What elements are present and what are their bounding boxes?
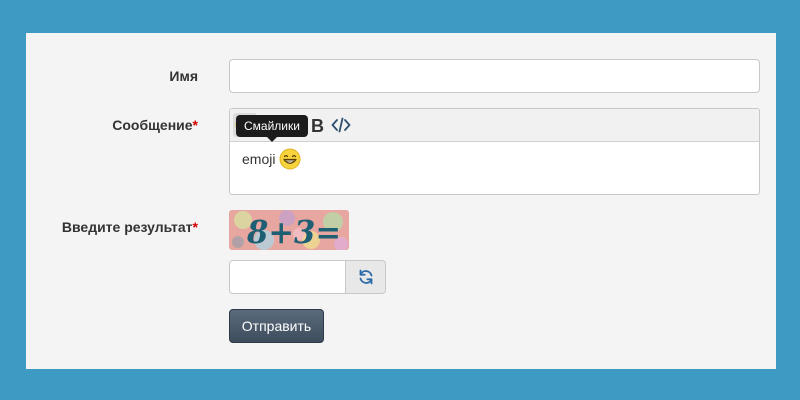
name-input[interactable] (229, 59, 760, 93)
submit-button[interactable]: Отправить (229, 309, 324, 343)
bold-button[interactable]: B (305, 113, 329, 137)
refresh-icon (359, 269, 372, 285)
editor-toolbar: B (230, 109, 759, 142)
captcha-refresh-button[interactable] (346, 260, 386, 294)
captcha-input[interactable] (229, 260, 346, 294)
svg-text:B: B (311, 116, 324, 134)
bold-icon: B (311, 116, 324, 134)
message-editor: B emoji (229, 108, 760, 195)
required-marker: * (192, 117, 198, 133)
captcha-label: Введите результат* (61, 219, 198, 235)
code-button[interactable] (329, 113, 353, 137)
comment-form: Имя Сообщение* B emoji Смайлики Введите … (26, 33, 776, 369)
message-label: Сообщение* (112, 117, 198, 133)
captcha-input-group (229, 260, 386, 294)
code-icon (331, 117, 351, 133)
message-textarea[interactable]: emoji (230, 142, 759, 176)
captcha-image: 8+3= (229, 210, 349, 250)
emoji-tooltip: Смайлики (236, 115, 308, 142)
required-marker: * (192, 219, 198, 235)
grinning-face-icon (279, 148, 301, 170)
captcha-expression: 8+3= (246, 213, 341, 250)
message-text: emoji (242, 151, 276, 167)
name-label: Имя (169, 68, 198, 84)
